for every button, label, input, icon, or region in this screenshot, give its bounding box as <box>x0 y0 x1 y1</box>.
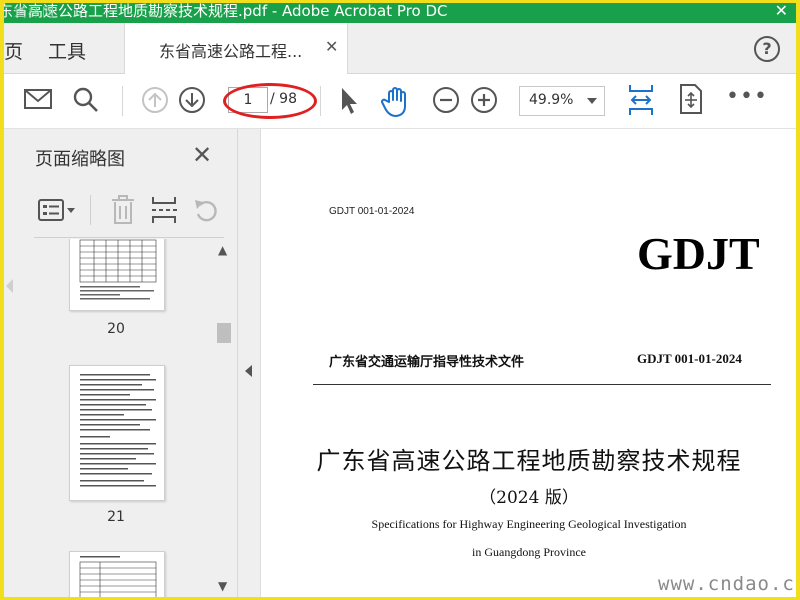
full-screen-icon[interactable] <box>678 83 704 119</box>
thumbnail-scrollbar[interactable]: ▲ ▼ <box>212 239 236 597</box>
thumbnail-page-22[interactable] <box>69 551 165 597</box>
panel-title: 页面缩略图 <box>35 149 125 170</box>
thumbnail-options-icon[interactable] <box>37 197 77 227</box>
zoom-level-value: 49.9% <box>529 92 574 108</box>
issuer-document-code: GDJT 001-01-2024 <box>637 351 742 366</box>
email-icon[interactable] <box>24 86 52 116</box>
thumbnail-page-number: 21 <box>107 509 125 525</box>
collapse-panel-icon[interactable] <box>245 365 252 377</box>
document-viewport: GDJT 001-01-2024 GDJT 广东省交通运输厅指导性技术文件 GD… <box>238 129 796 597</box>
scroll-down-icon[interactable]: ▼ <box>218 579 227 593</box>
chevron-down-icon <box>587 98 597 104</box>
panel-toolbar-divider <box>90 195 91 225</box>
document-tab-label: 东省高速公路工程... <box>159 42 303 61</box>
panel-toolbar <box>4 189 237 237</box>
document-title-en-line2: in Guangdong Province <box>472 545 586 559</box>
zoom-out-icon[interactable] <box>432 86 460 118</box>
title-bar: 东省高速公路工程地质勘察技术规程.pdf - Adobe Acrobat Pro… <box>4 3 796 23</box>
watermark-overlay: 道杯网 <box>14 5 57 19</box>
window-close-button[interactable]: ✕ <box>775 3 788 19</box>
page-thumbnails-panel: 页面缩略图 ✕ 20 21 ▲ ▼ <box>4 129 238 597</box>
header-rule <box>313 384 771 385</box>
menu-tools[interactable]: 工具 <box>48 37 86 64</box>
more-tools-button[interactable]: ••• <box>726 84 768 109</box>
panel-close-button[interactable]: ✕ <box>192 141 212 169</box>
hand-tool-icon[interactable] <box>381 86 411 122</box>
select-cursor-icon[interactable] <box>338 86 360 120</box>
document-tab[interactable]: 东省高速公路工程... ✕ <box>124 23 348 74</box>
search-icon[interactable] <box>72 86 100 118</box>
zoom-in-icon[interactable] <box>470 86 498 118</box>
app-window: 东省高速公路工程地质勘察技术规程.pdf - Adobe Acrobat Pro… <box>4 3 796 597</box>
document-code: GDJT 001-01-2024 <box>329 206 415 217</box>
tab-bar: 页 工具 东省高速公路工程... ✕ ? <box>4 23 796 74</box>
thumbnail-page-number: 20 <box>107 321 125 337</box>
insert-page-icon[interactable] <box>150 195 178 229</box>
window-title: 东省高速公路工程地质勘察技术规程.pdf - Adobe Acrobat Pro… <box>4 3 448 20</box>
menu-home[interactable]: 页 <box>4 37 23 64</box>
document-tab-close-button[interactable]: ✕ <box>325 37 338 56</box>
next-page-icon[interactable] <box>178 86 206 118</box>
document-title-cn: 广东省高速公路工程地质勘察技术规程 <box>316 447 742 475</box>
toolbar: 1 / 98 49.9% ••• <box>4 74 796 129</box>
issuing-authority: 广东省交通运输厅指导性技术文件 <box>329 355 525 370</box>
thumbnail-page-21[interactable] <box>69 365 165 501</box>
scrollbar-thumb[interactable] <box>217 323 231 343</box>
thumbnail-list: 20 21 <box>4 239 212 597</box>
toolbar-divider <box>122 86 123 116</box>
document-edition: （2024 版） <box>479 488 579 508</box>
fit-page-width-icon[interactable] <box>628 83 654 121</box>
rotate-icon[interactable] <box>192 196 220 228</box>
scroll-up-icon[interactable]: ▲ <box>218 243 227 257</box>
thumbnail-page-20[interactable] <box>69 239 165 311</box>
annotation-circle <box>223 83 317 119</box>
toolbar-divider <box>320 86 321 116</box>
panel-divider <box>34 237 224 238</box>
zoom-level-dropdown[interactable]: 49.9% <box>519 86 605 116</box>
help-button[interactable]: ? <box>754 36 780 62</box>
document-title-en-line1: Specifications for Highway Engineering G… <box>371 517 687 531</box>
previous-page-icon[interactable] <box>141 86 169 118</box>
trash-icon[interactable] <box>110 195 136 229</box>
site-watermark: www.cndao.com <box>658 573 796 595</box>
document-page: GDJT 001-01-2024 GDJT 广东省交通运输厅指导性技术文件 GD… <box>260 129 796 597</box>
standard-logo: GDJT <box>637 228 760 279</box>
